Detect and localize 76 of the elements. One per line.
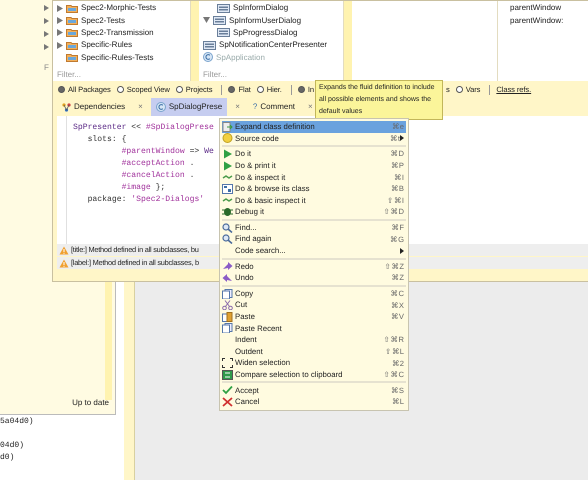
warning-icon: [59, 258, 69, 268]
expand-arrow-icon[interactable]: [44, 44, 49, 50]
warning-icon: [59, 246, 69, 254]
expand-arrow-icon[interactable]: [44, 18, 49, 24]
code-line: slots: {: [86, 134, 128, 146]
expand-arrow-icon[interactable]: [57, 42, 63, 49]
copy-icon: [222, 323, 233, 334]
folder-icon: [66, 52, 78, 62]
bug-icon: [222, 206, 233, 217]
status-text: Up to date: [71, 397, 110, 410]
tab[interactable]: Dependencies: [57, 98, 130, 116]
class-icon: [156, 102, 166, 112]
method-name[interactable]: parentWindow: [510, 2, 588, 14]
close-button[interactable]: ×: [231, 98, 244, 116]
transcript-line: 5a04d0): [0, 416, 34, 428]
radio-button[interactable]: [176, 86, 183, 93]
checkmark-icon: [222, 385, 233, 396]
expand-arrow-icon[interactable]: [44, 5, 49, 11]
radio-button[interactable]: [228, 86, 236, 93]
expand-arrow-icon[interactable]: [44, 31, 49, 37]
code-line: #image };: [120, 182, 166, 194]
code-line: #parentWindow => We: [120, 146, 214, 158]
radio-button[interactable]: [116, 86, 124, 93]
redo-icon: [222, 261, 233, 272]
class-name[interactable]: SpInformDialog: [233, 3, 288, 13]
tab[interactable]: SpDialogPrese: [150, 98, 228, 116]
paste-icon: [222, 312, 233, 322]
dependency-icon: [62, 102, 71, 112]
window-icon: [217, 4, 230, 13]
method-name[interactable]: parentWindow:: [510, 14, 588, 27]
cancel-icon: [222, 396, 233, 407]
radio-button[interactable]: [456, 86, 463, 93]
class-name[interactable]: SpInformUserDialog: [229, 16, 302, 26]
folder-icon: [66, 16, 78, 25]
undo-icon: [222, 272, 233, 283]
package-name[interactable]: Spec2-Tests: [81, 16, 126, 26]
radio-button[interactable]: [256, 86, 264, 93]
package-name[interactable]: Spec2-Transmission: [81, 28, 154, 38]
folder-icon: [66, 40, 78, 50]
package-name[interactable]: Specific-Rules-Tests: [81, 52, 154, 62]
copy-icon: [222, 288, 233, 299]
close-button[interactable]: ×: [304, 98, 317, 116]
package-name[interactable]: Spec2-Morphic-Tests: [81, 3, 156, 13]
play-icon: [222, 148, 233, 159]
code-line: SpPresenter << #SpDialogPrese: [73, 122, 214, 134]
radio-button[interactable]: [298, 86, 305, 93]
folder-icon: [66, 28, 78, 38]
code-line: package: 'Spec2-Dialogs': [86, 194, 206, 206]
window-icon: [217, 28, 230, 38]
compare-icon: [222, 370, 233, 380]
widen-icon: [222, 358, 233, 368]
expand-arrow-icon[interactable]: [57, 29, 63, 36]
tab[interactable]: ? Comment: [248, 98, 300, 116]
code-line: #acceptAction .: [120, 158, 196, 170]
close-button[interactable]: ×: [134, 98, 147, 116]
radio-button[interactable]: [58, 86, 65, 93]
play-icon: [222, 160, 233, 171]
scissors-icon: [222, 300, 233, 310]
folder-icon: [66, 4, 78, 13]
class-name[interactable]: SpProgressDialog: [233, 28, 298, 38]
expand-arrow-icon[interactable]: [57, 4, 63, 12]
class-name[interactable]: SpNotificationCenterPresenter: [219, 40, 328, 50]
transcript-line: 04d0): [0, 440, 26, 452]
code-line: #cancelAction .: [120, 170, 196, 182]
class-icon: [203, 52, 213, 62]
browse-icon: [222, 184, 233, 194]
package-name[interactable]: Specific-Rules: [81, 40, 132, 50]
window-icon: [203, 40, 216, 50]
coin-icon: [222, 133, 233, 144]
expand-icon: [222, 122, 233, 132]
window-icon: [213, 16, 226, 25]
search-icon: [222, 222, 233, 233]
transcript-line: d0): [0, 452, 16, 464]
collapse-arrow-icon[interactable]: [203, 17, 210, 24]
search-icon: [222, 234, 233, 244]
expand-arrow-icon[interactable]: [57, 16, 63, 24]
